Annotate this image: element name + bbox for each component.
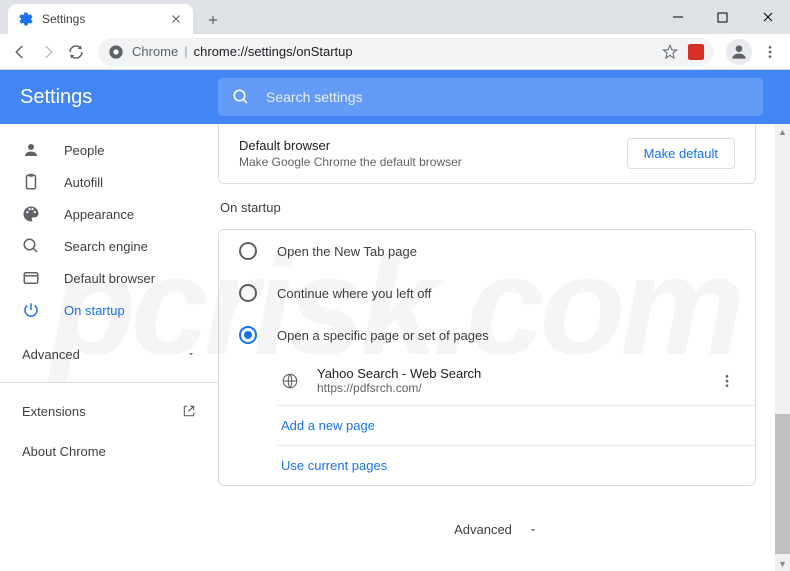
search-input[interactable] xyxy=(266,89,749,105)
browser-toolbar: Chrome | chrome://settings/onStartup xyxy=(0,34,790,70)
card-title: Default browser xyxy=(239,138,462,153)
card-subtitle: Make Google Chrome the default browser xyxy=(239,155,462,169)
startup-page-entry: Yahoo Search - Web Search https://pdfsrc… xyxy=(219,356,755,405)
radio-icon xyxy=(239,242,257,260)
page-title: Settings xyxy=(20,86,218,109)
startup-card: Open the New Tab page Continue where you… xyxy=(218,229,756,486)
maximize-button[interactable] xyxy=(700,0,745,34)
sidebar-item-people[interactable]: People xyxy=(0,134,218,166)
profile-avatar[interactable] xyxy=(726,39,752,65)
external-link-icon xyxy=(182,404,196,418)
tab-title: Settings xyxy=(42,12,169,26)
use-current-link[interactable]: Use current pages xyxy=(219,446,755,485)
radio-icon xyxy=(239,284,257,302)
radio-continue[interactable]: Continue where you left off xyxy=(219,272,755,314)
chevron-down-icon xyxy=(186,349,196,359)
divider xyxy=(0,382,218,383)
search-icon xyxy=(232,88,250,106)
settings-sidebar: People Autofill Appearance Search engine… xyxy=(0,124,218,571)
page-entry-title: Yahoo Search - Web Search xyxy=(317,366,481,381)
radio-new-tab[interactable]: Open the New Tab page xyxy=(219,230,755,272)
scroll-up-arrow[interactable]: ▲ xyxy=(775,124,790,139)
sidebar-item-appearance[interactable]: Appearance xyxy=(0,198,218,230)
new-tab-button[interactable] xyxy=(199,6,227,34)
close-window-button[interactable] xyxy=(745,0,790,34)
clipboard-icon xyxy=(22,173,42,191)
sidebar-extensions[interactable]: Extensions xyxy=(0,391,218,431)
settings-main: ▲ ▼ Default browser Make Google Chrome t… xyxy=(218,124,790,571)
sidebar-advanced[interactable]: Advanced xyxy=(0,334,218,374)
search-icon xyxy=(22,237,42,255)
settings-search[interactable] xyxy=(218,78,763,116)
sidebar-item-search-engine[interactable]: Search engine xyxy=(0,230,218,262)
forward-button[interactable] xyxy=(34,38,62,66)
power-icon xyxy=(22,301,42,319)
chrome-icon xyxy=(108,44,124,60)
add-page-link[interactable]: Add a new page xyxy=(219,406,755,445)
settings-header: Settings xyxy=(0,70,790,124)
section-title: On startup xyxy=(220,200,774,215)
url-path: chrome://settings/onStartup xyxy=(194,44,353,59)
make-default-button[interactable]: Make default xyxy=(627,138,735,169)
reload-button[interactable] xyxy=(62,38,90,66)
radio-icon-selected xyxy=(239,326,257,344)
window-titlebar: Settings xyxy=(0,0,790,34)
window-controls xyxy=(655,0,790,34)
back-button[interactable] xyxy=(6,38,34,66)
url-protocol: Chrome xyxy=(132,44,178,59)
default-browser-card: Default browser Make Google Chrome the d… xyxy=(218,124,756,184)
scroll-down-arrow[interactable]: ▼ xyxy=(775,556,790,571)
radio-specific[interactable]: Open a specific page or set of pages xyxy=(219,314,755,356)
extension-badge[interactable] xyxy=(688,44,704,60)
address-bar[interactable]: Chrome | chrome://settings/onStartup xyxy=(98,38,714,66)
close-icon[interactable] xyxy=(169,12,183,26)
chrome-menu-button[interactable] xyxy=(756,38,784,66)
minimize-button[interactable] xyxy=(655,0,700,34)
page-entry-menu[interactable] xyxy=(719,373,735,389)
sidebar-about[interactable]: About Chrome xyxy=(0,431,218,471)
globe-icon xyxy=(281,372,299,390)
chevron-down-icon xyxy=(528,525,538,535)
bookmark-icon[interactable] xyxy=(662,44,678,60)
person-icon xyxy=(22,141,42,159)
browser-icon xyxy=(22,269,42,287)
scrollbar-thumb[interactable] xyxy=(775,414,790,554)
advanced-footer[interactable]: Advanced xyxy=(218,502,774,571)
settings-content: People Autofill Appearance Search engine… xyxy=(0,124,790,571)
sidebar-item-autofill[interactable]: Autofill xyxy=(0,166,218,198)
page-entry-url: https://pdfsrch.com/ xyxy=(317,381,481,395)
palette-icon xyxy=(22,205,42,223)
browser-tab[interactable]: Settings xyxy=(8,4,193,34)
settings-icon xyxy=(18,11,34,27)
sidebar-item-default-browser[interactable]: Default browser xyxy=(0,262,218,294)
sidebar-item-on-startup[interactable]: On startup xyxy=(0,294,218,326)
